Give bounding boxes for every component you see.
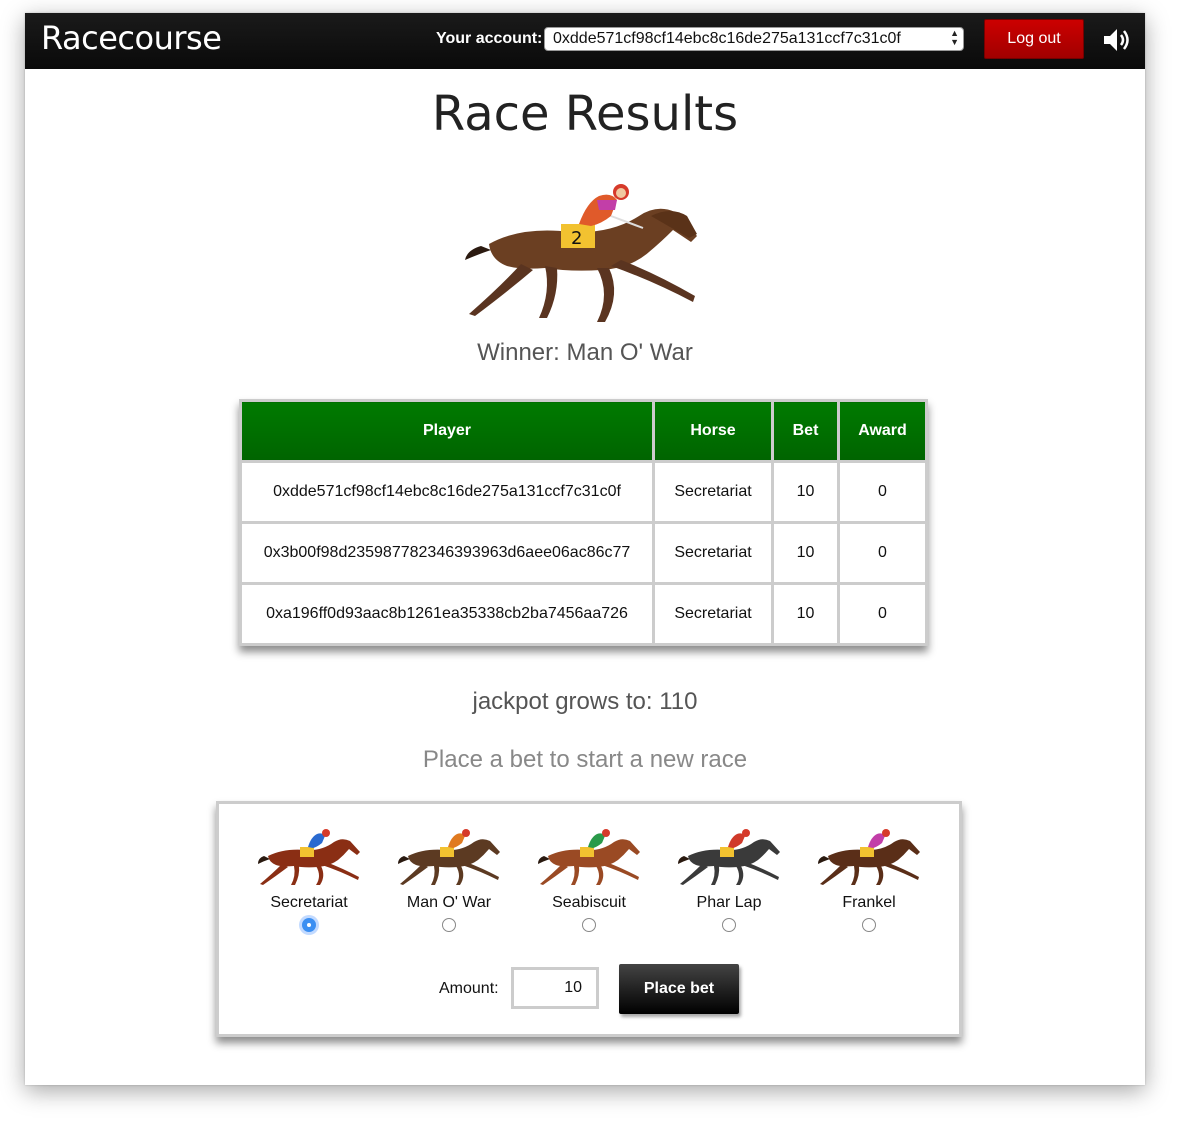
winner-text: Winner: Man O' War [477,339,693,366]
speaker-icon[interactable] [1102,26,1132,54]
app-window: Racecourse Your account: 0xdde571cf98cf1… [25,13,1145,1085]
column-header-horse: Horse [652,399,774,463]
cell-award: 0 [837,521,928,585]
cell-player: 0x3b00f98d235987782346393963d6aee06ac86c… [239,521,655,585]
account-label: Your account: [436,30,543,47]
place-bet-button[interactable]: Place bet [619,964,739,1014]
horse-option[interactable]: Secretariat [239,826,379,932]
bet-panel: Secretariat Man O' War Seabiscuit Phar Lap F… [216,801,962,1037]
cell-bet: 10 [771,521,840,585]
cell-bet: 10 [771,582,840,646]
amount-input[interactable] [511,967,599,1009]
horse-name: Man O' War [406,894,492,911]
column-header-bet: Bet [771,399,840,463]
horse-name: Seabiscuit [552,894,626,911]
column-header-award: Award [837,399,928,463]
results-table: Player Horse Bet Award 0xdde571cf98cf14e… [239,399,928,646]
winner-horse-image: 2 [465,184,697,322]
horse-radio[interactable] [302,918,316,932]
column-header-player: Player [239,399,655,463]
horse-icon [398,829,500,885]
amount-label: Amount: [439,980,499,997]
select-arrows-icon: ▲ ▼ [950,28,959,47]
table-row: 0x3b00f98d235987782346393963d6aee06ac86c… [239,521,928,585]
table-header-row: Player Horse Bet Award [239,399,928,463]
cell-horse: Secretariat [652,582,774,646]
horse-name: Secretariat [270,894,348,911]
cell-bet: 10 [771,460,840,524]
jackpot-text: jackpot grows to: 110 [472,688,698,715]
horse-option[interactable]: Phar Lap [659,826,799,932]
horse-option[interactable]: Man O' War [379,826,519,932]
horse-radio[interactable] [442,918,456,932]
horse-option[interactable]: Seabiscuit [519,826,659,932]
cell-award: 0 [837,582,928,646]
cell-award: 0 [837,460,928,524]
page-title: Race Results [431,86,739,142]
table-row: 0xdde571cf98cf14ebc8c16de275a131ccf7c31c… [239,460,928,524]
horse-icon [818,829,920,885]
horse-option[interactable]: Frankel [799,826,939,932]
cell-horse: Secretariat [652,521,774,585]
horse-icon [538,829,640,885]
account-select[interactable]: 0xdde571cf98cf14ebc8c16de275a131ccf7c31c… [544,27,964,51]
logout-button[interactable]: Log out [984,19,1084,59]
navbar: Racecourse Your account: 0xdde571cf98cf1… [25,13,1145,69]
svg-text:2: 2 [571,228,582,249]
account-select-value: 0xdde571cf98cf14ebc8c16de275a131ccf7c31c… [553,30,901,47]
horse-radio[interactable] [722,918,736,932]
cell-player: 0xdde571cf98cf14ebc8c16de275a131ccf7c31c… [239,460,655,524]
horse-name: Frankel [842,894,896,911]
horse-icon [258,829,360,885]
brand-logo[interactable]: Racecourse [41,19,222,57]
table-row: 0xa196ff0d93aac8b1261ea35338cb2ba7456aa7… [239,582,928,646]
horse-radio[interactable] [862,918,876,932]
place-bet-prompt: Place a bet to start a new race [422,746,748,773]
horse-radio[interactable] [582,918,596,932]
cell-horse: Secretariat [652,460,774,524]
horse-icon [678,829,780,885]
cell-player: 0xa196ff0d93aac8b1261ea35338cb2ba7456aa7… [239,582,655,646]
horse-name: Phar Lap [696,894,762,911]
